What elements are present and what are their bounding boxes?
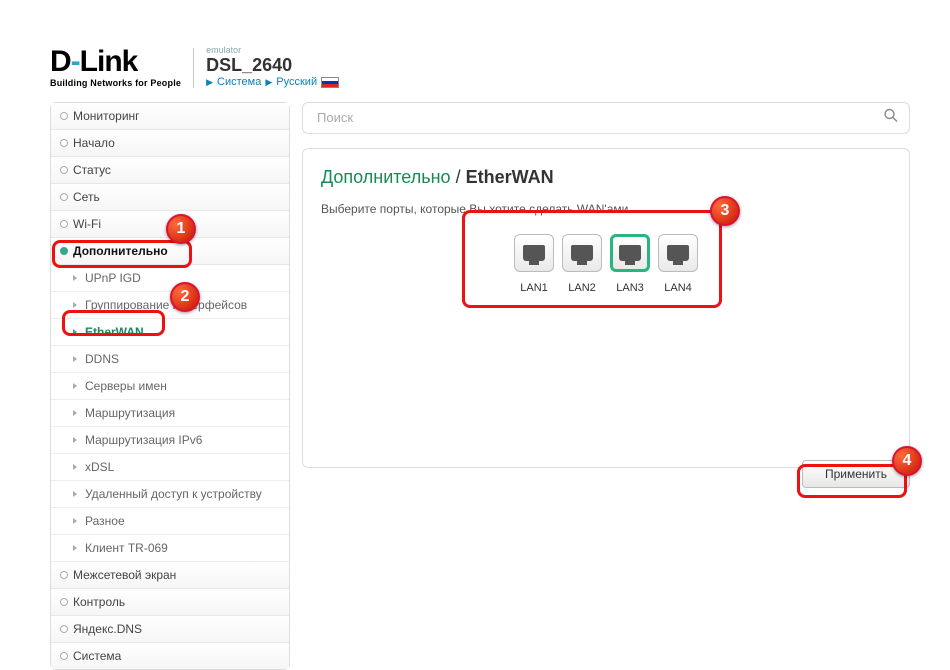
ethernet-port-icon — [523, 245, 545, 261]
sidebar-sub-xdsl[interactable]: xDSL — [51, 454, 289, 481]
main-area: Дополнительно / EtherWAN Выберите порты,… — [302, 102, 910, 468]
link-language[interactable]: Русский — [276, 76, 317, 88]
sidebar-item-start[interactable]: Начало — [51, 130, 289, 157]
search-icon[interactable] — [883, 108, 899, 129]
sidebar-item-yandex-dns[interactable]: Яндекс.DNS — [51, 616, 289, 643]
sidebar-sub-remote-access[interactable]: Удаленный доступ к устройству — [51, 481, 289, 508]
sidebar-sub-nameservers[interactable]: Серверы имен — [51, 373, 289, 400]
port-selector — [481, 234, 731, 272]
chevron-right-icon: ▶ — [206, 77, 213, 88]
sidebar-item-monitoring[interactable]: Мониторинг — [51, 103, 289, 130]
ethernet-port-icon — [619, 245, 641, 261]
chevron-right-icon: ▶ — [265, 77, 272, 88]
ports-box: LAN1 LAN2 LAN3 LAN4 — [481, 234, 731, 294]
sidebar-item-control[interactable]: Контроль — [51, 589, 289, 616]
search-bar — [302, 102, 910, 134]
header: D-Link Building Networks for People emul… — [50, 45, 910, 88]
sidebar-sub-misc[interactable]: Разное — [51, 508, 289, 535]
sidebar-sub-interface-grouping[interactable]: Группирование интерфейсов — [51, 292, 289, 319]
breadcrumb-leaf: EtherWAN — [466, 167, 554, 187]
breadcrumb-root[interactable]: Дополнительно — [321, 167, 451, 187]
brand-name: D-Link — [50, 47, 181, 77]
sidebar-item-wifi[interactable]: Wi-Fi — [51, 211, 289, 238]
ethernet-port-icon — [571, 245, 593, 261]
port-label: LAN3 — [610, 282, 650, 294]
port-lan3-button[interactable] — [610, 234, 650, 272]
port-label: LAN1 — [514, 282, 554, 294]
port-lan2-button[interactable] — [562, 234, 602, 272]
model-name: DSL_2640 — [206, 55, 339, 76]
sidebar-item-advanced[interactable]: Дополнительно — [51, 238, 289, 265]
sidebar-item-system[interactable]: Система — [51, 643, 289, 669]
emulator-label: emulator — [206, 45, 339, 55]
sidebar-sub-routing[interactable]: Маршрутизация — [51, 400, 289, 427]
sidebar-sub-upnp[interactable]: UPnP IGD — [51, 265, 289, 292]
flag-russia-icon — [321, 77, 339, 88]
breadcrumb: Дополнительно / EtherWAN — [321, 167, 891, 188]
link-system[interactable]: Система — [217, 76, 261, 88]
brand-logo: D-Link Building Networks for People — [50, 47, 181, 88]
model-block: emulator DSL_2640 ▶ Система ▶ Русский — [206, 45, 339, 88]
ethernet-port-icon — [667, 245, 689, 261]
port-lan1-button[interactable] — [514, 234, 554, 272]
sidebar-item-network[interactable]: Сеть — [51, 184, 289, 211]
header-divider — [193, 48, 194, 88]
sidebar-sub-etherwan[interactable]: EtherWAN — [51, 319, 289, 346]
breadcrumb-sep: / — [451, 167, 466, 187]
content-panel: Дополнительно / EtherWAN Выберите порты,… — [302, 148, 910, 468]
brand-tagline: Building Networks for People — [50, 79, 181, 88]
port-lan4-button[interactable] — [658, 234, 698, 272]
apply-button[interactable]: Применить — [802, 460, 910, 488]
sidebar-sub-tr069[interactable]: Клиент TR-069 — [51, 535, 289, 562]
sidebar-sub-ddns[interactable]: DDNS — [51, 346, 289, 373]
sidebar-sub-routing-ipv6[interactable]: Маршрутизация IPv6 — [51, 427, 289, 454]
sidebar-item-firewall[interactable]: Межсетевой экран — [51, 562, 289, 589]
sidebar: Мониторинг Начало Статус Сеть Wi-Fi Допо… — [50, 102, 290, 670]
port-labels: LAN1 LAN2 LAN3 LAN4 — [481, 282, 731, 294]
port-label: LAN4 — [658, 282, 698, 294]
instruction-text: Выберите порты, которые Вы хотите сделат… — [321, 202, 891, 216]
sidebar-item-status[interactable]: Статус — [51, 157, 289, 184]
search-input[interactable] — [317, 110, 873, 125]
port-label: LAN2 — [562, 282, 602, 294]
